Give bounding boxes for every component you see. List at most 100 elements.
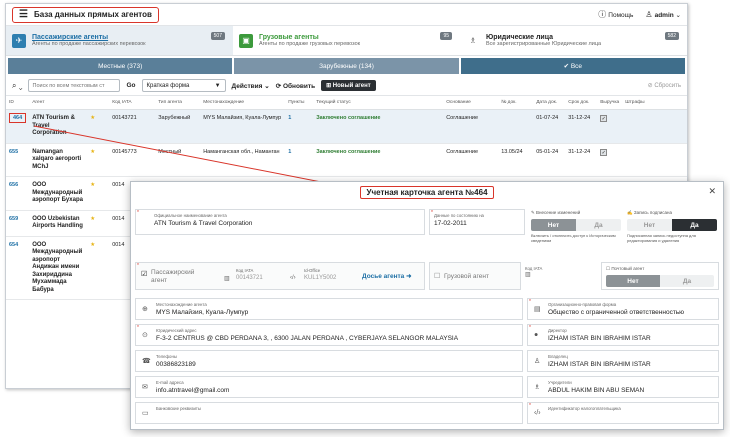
go-button[interactable]: Go [126, 82, 135, 89]
star-icon[interactable]: ★ [87, 109, 110, 144]
building-icon: ▤ [534, 306, 541, 313]
col-header[interactable]: ID [6, 96, 30, 110]
row-revenue[interactable]: ✓ [597, 143, 623, 177]
tab-foreign[interactable]: Зарубежные (134) [234, 58, 459, 74]
data-as-of-field[interactable]: * Данные по состоянию на 17-02-2011 [429, 209, 525, 235]
new-agent-button[interactable]: ⊞ Новый агент [321, 80, 376, 91]
star-icon[interactable]: ★ [87, 176, 110, 211]
field-label: Идентификатор налогоплательщика [548, 406, 621, 411]
director-icon: ● [534, 331, 539, 339]
checkbox-checked-icon[interactable]: ☑ [141, 270, 147, 278]
row-points[interactable]: 1 [285, 143, 314, 177]
category-title: Юридические лица [486, 34, 553, 41]
help-link[interactable]: ⓘ Помощь [598, 9, 633, 20]
category-passenger[interactable]: ✈ Пассажирские агенты Агенты по продаже п… [6, 26, 233, 55]
user-name: admin [654, 12, 674, 19]
close-icon[interactable]: ✕ [708, 186, 716, 197]
col-header[interactable]: Код IATA [109, 96, 156, 110]
col-header[interactable]: Местонахождение [200, 96, 286, 110]
toggle-yes[interactable]: Да [672, 219, 717, 231]
agent-dossier-link[interactable]: Досье агента ➜ [362, 272, 412, 280]
legal-entity-icon: ♗ [469, 36, 477, 45]
user-menu[interactable]: ♙ admin ⌄ [645, 10, 681, 19]
row-id[interactable]: 659 [6, 210, 30, 237]
user-icon: ♙ [645, 10, 653, 19]
field-value: ATN Tourism & Travel Corporation [154, 220, 253, 227]
field-value: Общество с ограниченной ответственностью [548, 309, 685, 316]
star-icon[interactable]: ★ [87, 143, 110, 177]
col-header[interactable]: Текущий статус [313, 96, 444, 110]
search-icon[interactable]: ⌕ ⌄ [12, 81, 22, 91]
tab-local[interactable]: Местные (373) [8, 58, 233, 74]
row-id[interactable]: 654 [6, 236, 30, 300]
star-icon[interactable]: ★ [87, 236, 110, 300]
table-row[interactable]: 655 Namangan xalqaro aeroporti MChJ ★ 00… [6, 143, 687, 177]
col-header[interactable]: Агент [29, 96, 88, 110]
category-title: Пассажирские агенты [32, 34, 109, 41]
office-value: KUL1Y5002 [304, 275, 337, 281]
help-label: Помощь [608, 12, 634, 19]
toggle-no[interactable]: Нет [531, 219, 576, 231]
owner-field[interactable]: ♙ Владелец IZHAM ISTAR BIN IBRAHIM ISTAR [527, 350, 719, 372]
tab-all[interactable]: ✔ Все [460, 58, 685, 74]
reset-button[interactable]: ⊘ Сбросить [648, 82, 681, 89]
category-cargo[interactable]: ▣ Грузовые агенты Агенты по продаже грузо… [233, 26, 460, 55]
founder-field[interactable]: ♗ Учредители ABDUL HAKIM BIN ABU SEMAN [527, 376, 719, 398]
phone-field[interactable]: ☎ Телефоны 00386823189 [135, 350, 523, 372]
signed-toggle[interactable]: Нет Да [627, 219, 717, 231]
row-agent: ATN Tourism & Travel Corporation [29, 109, 88, 144]
field-value: F-3-2 CENTRUS @ CBD PERDANA 3, , 6300 JA… [156, 335, 459, 342]
row-id[interactable]: 464 [6, 109, 30, 144]
col-header[interactable]: Выручка [597, 96, 623, 110]
actions-menu[interactable]: Действия ⌄ [232, 82, 270, 90]
row-id-value[interactable]: 464 [9, 113, 27, 123]
row-agent: ООО Международный аэропорт Андижан имени… [29, 236, 88, 300]
col-header[interactable]: Тип агента [155, 96, 201, 110]
row-revenue[interactable]: ✓ [597, 109, 623, 144]
toggle-no[interactable]: Нет [606, 275, 660, 287]
legal-address-field[interactable]: * ⊙ Юридический адрес F-3-2 CENTRUS @ CBD… [135, 324, 523, 346]
category-subtitle: Все зарегистрированные Юридические лица [486, 41, 602, 47]
email-field[interactable]: ✉ E-mail адреса info.atntravel@gmail.com [135, 376, 523, 398]
row-id[interactable]: 655 [6, 143, 30, 177]
changes-toggle[interactable]: Нет Да [531, 219, 621, 231]
col-header[interactable]: Пункты [285, 96, 314, 110]
app-title-box[interactable]: ☰ База данных прямых агентов [12, 6, 159, 23]
field-label: Владелец [548, 354, 568, 359]
toggle-no[interactable]: Нет [627, 219, 672, 231]
field-label: Юридический адрес [156, 328, 197, 333]
field-value: ABDUL HAKIM BIN ABU SEMAN [548, 387, 645, 394]
barcode-icon: ▥ [525, 272, 531, 278]
search-input[interactable] [28, 79, 121, 92]
menu-icon[interactable]: ☰ [19, 9, 28, 20]
col-header[interactable]: Срок док. [565, 96, 598, 110]
toggle-yes[interactable]: Да [576, 219, 621, 231]
row-id[interactable]: 656 [6, 176, 30, 211]
row-points[interactable]: 1 [285, 109, 314, 144]
checkbox-icon[interactable]: ✓ [600, 115, 608, 122]
refresh-button[interactable]: ⟳ Обновить [276, 82, 315, 90]
legal-form-field[interactable]: * ▤ Организационно-правовая форма Обществ… [527, 298, 719, 320]
official-name-field[interactable]: * Официальное наименование агента ATN Tou… [135, 209, 425, 235]
star-icon[interactable]: ★ [87, 210, 110, 237]
postal-checkbox-icon[interactable]: ☐ [606, 266, 610, 271]
table-row[interactable]: 464 ATN Tourism & Travel Corporation ★ 0… [6, 109, 687, 144]
location-field[interactable]: ⊕ Местонахождение агента MYS Малайзия, Ку… [135, 298, 523, 320]
view-select[interactable]: Краткая форма ▼ [141, 79, 226, 92]
director-field[interactable]: * ● Директор IZHAM ISTAR BIN IBRAHIM ISTA… [527, 324, 719, 346]
col-header[interactable]: Основание [443, 96, 499, 110]
help-icon: ⓘ [598, 10, 607, 19]
postal-toggle[interactable]: Нет Да [606, 275, 714, 287]
row-docdate: 01-07-24 [533, 109, 566, 144]
col-header[interactable]: Дата док. [533, 96, 566, 110]
field-label: E-mail адреса [156, 380, 184, 385]
toggle-yes[interactable]: Да [660, 275, 714, 287]
checkbox-icon[interactable]: ✓ [600, 148, 608, 156]
category-legal[interactable]: ♗ Юридические лица Все зарегистрированные… [460, 26, 687, 55]
checkbox-empty-icon[interactable]: ☐ [434, 272, 440, 280]
col-header[interactable]: Штрафы [622, 96, 687, 110]
bank-details-field[interactable]: ▭ Банковские реквизиты [135, 402, 523, 424]
tax-id-field[interactable]: * ‹/› Идентификатор налогоплательщика [527, 402, 719, 424]
col-header[interactable]: № док. [498, 96, 534, 110]
field-value: 00386823189 [156, 361, 196, 368]
